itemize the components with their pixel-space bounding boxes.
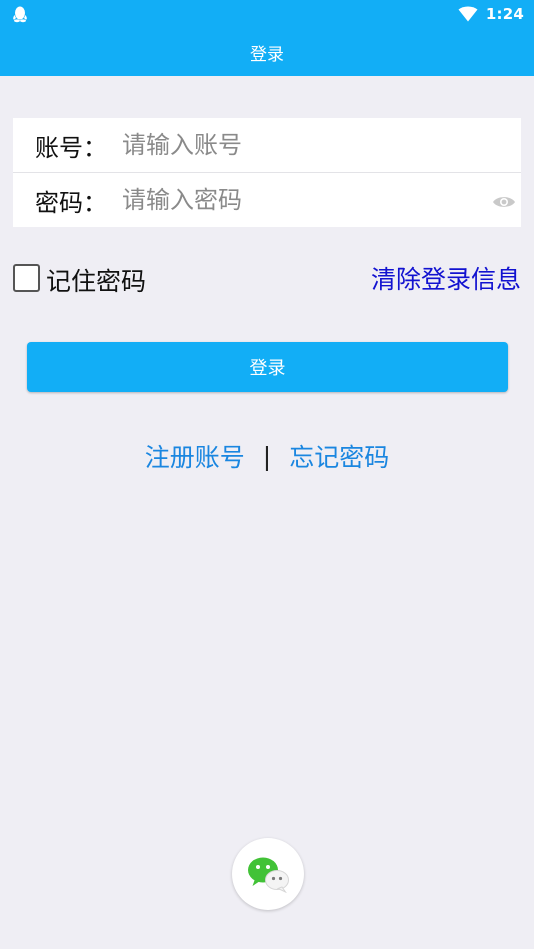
- status-right: 1:24: [458, 4, 524, 24]
- clear-login-info-link[interactable]: 清除登录信息: [371, 260, 521, 296]
- forgot-password-link[interactable]: 忘记密码: [289, 438, 389, 474]
- remember-password-label: 记住密码: [46, 267, 147, 296]
- link-separator: |: [262, 441, 272, 471]
- qq-penguin-icon: [13, 6, 27, 23]
- account-label: 账号：: [35, 133, 107, 162]
- wechat-icon: [248, 857, 289, 893]
- status-time: 1:24: [485, 5, 524, 23]
- login-button-label: 登录: [249, 358, 286, 378]
- account-links: 注册账号 | 忘记密码: [0, 438, 534, 474]
- login-button[interactable]: 登录: [27, 342, 508, 392]
- login-form-card: 账号： 密码：: [13, 118, 521, 227]
- password-row: 密码：: [13, 173, 521, 227]
- login-screen: 1:24 登录 账号： 密码： 记住密码 清除登录信息 登录 注册账号 | 忘记…: [0, 0, 534, 949]
- register-link[interactable]: 注册账号: [145, 438, 245, 474]
- eye-icon[interactable]: [492, 194, 516, 210]
- status-bar: 1:24: [0, 0, 534, 28]
- remember-password-checkbox[interactable]: [13, 264, 40, 292]
- wifi-icon: [458, 6, 478, 22]
- account-input[interactable]: [122, 125, 482, 165]
- page-title: 登录: [250, 44, 284, 65]
- password-input[interactable]: [122, 180, 482, 220]
- account-row: 账号：: [13, 118, 521, 172]
- app-header: 登录: [0, 28, 534, 76]
- password-label: 密码：: [35, 188, 107, 217]
- wechat-login-button[interactable]: [232, 838, 304, 910]
